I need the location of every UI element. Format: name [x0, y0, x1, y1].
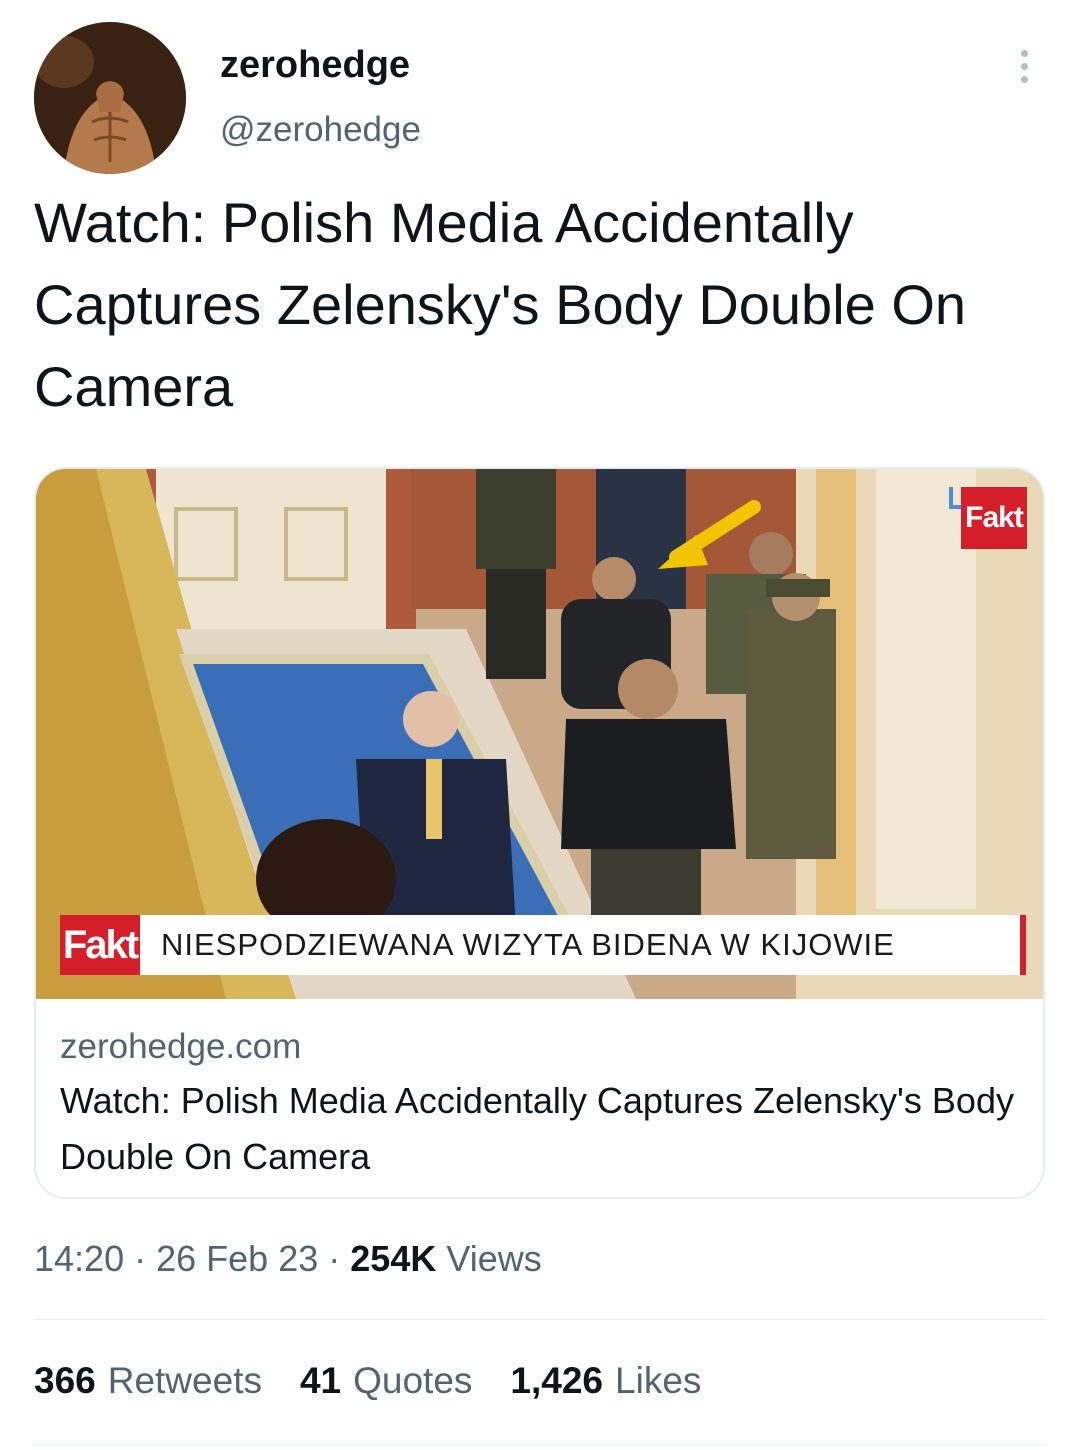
news-lower-third: Fakt NIESPODZIEWANA WIZYTA BIDENA W KIJO…	[60, 915, 1026, 975]
views-count: 254K	[350, 1238, 437, 1279]
engagement-stats: 366 Retweets 41 Quotes 1,426 Likes	[34, 1360, 701, 1402]
tweet-text: Watch: Polish Media Accidentally Capture…	[34, 191, 967, 418]
retweets-stat[interactable]: 366 Retweets	[34, 1360, 262, 1402]
meta-separator: ·	[328, 1238, 341, 1279]
quotes-count: 41	[299, 1360, 342, 1401]
lower-third-headline: NIESPODZIEWANA WIZYTA BIDENA W KIJOWIE	[140, 915, 1020, 975]
author-handle[interactable]: @zerohedge	[220, 110, 421, 150]
profile-avatar[interactable]	[34, 22, 186, 174]
link-preview-card[interactable]: Fakt Fakt NIESPODZIEWANA WIZYTA BIDENA W…	[34, 467, 1045, 1199]
card-domain: zerohedge.com	[60, 1027, 302, 1066]
tweet-time[interactable]: 14:20	[34, 1238, 124, 1279]
more-options-icon[interactable]	[1006, 46, 1042, 90]
card-title: Watch: Polish Media Accidentally Capture…	[60, 1080, 1014, 1177]
divider	[34, 1319, 1046, 1320]
views-label: Views	[446, 1238, 542, 1279]
quotes-label: Quotes	[353, 1360, 473, 1401]
card-image: Fakt Fakt NIESPODZIEWANA WIZYTA BIDENA W…	[36, 469, 1043, 999]
likes-count: 1,426	[510, 1360, 604, 1401]
fakt-corner-logo: Fakt	[949, 487, 1027, 549]
avatar-image	[34, 22, 186, 174]
retweets-label: Retweets	[107, 1360, 262, 1401]
tweet-date[interactable]: 26 Feb 23	[156, 1238, 318, 1279]
likes-label: Likes	[615, 1360, 702, 1401]
retweets-count: 366	[34, 1360, 96, 1401]
quotes-stat[interactable]: 41 Quotes	[300, 1360, 472, 1402]
author-display-name[interactable]: zerohedge	[220, 44, 410, 87]
divider	[34, 1444, 1046, 1445]
lower-third-accent	[1020, 915, 1026, 975]
meta-separator: ·	[134, 1238, 147, 1279]
tweet-meta: 14:20 · 26 Feb 23 · 254K Views	[34, 1238, 542, 1280]
likes-stat[interactable]: 1,426 Likes	[510, 1360, 701, 1402]
fakt-logo: Fakt	[60, 915, 140, 975]
